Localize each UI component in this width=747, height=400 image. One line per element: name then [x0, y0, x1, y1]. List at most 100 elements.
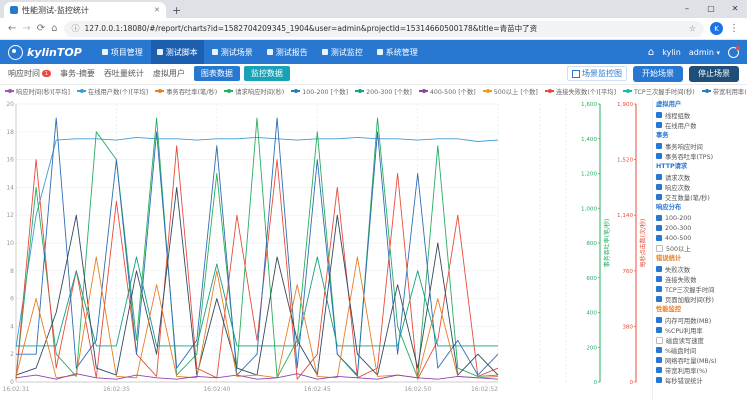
url-text[interactable]: 127.0.0.1:18080/#/report/charts?id=15827…	[85, 23, 684, 34]
metric-checkbox-row[interactable]: 磁盘读写速度	[656, 335, 744, 345]
new-tab-button[interactable]: +	[172, 4, 181, 18]
metric-checkbox[interactable]	[656, 184, 662, 190]
metric-checkbox-row[interactable]: 事务响应时间	[656, 141, 744, 151]
window-controls: – ▢ ✕	[675, 0, 747, 18]
metric-checkbox-row[interactable]: 事务吞吐率(TPS)	[656, 151, 744, 161]
browser-profile-avatar[interactable]: K	[710, 22, 723, 35]
nav-item-label: 系统管理	[386, 47, 418, 58]
browser-menu-icon[interactable]: ⋮	[729, 23, 739, 34]
back-icon[interactable]: ←	[8, 23, 16, 34]
legend-item[interactable]: 请求响应时间(秒)	[224, 87, 284, 96]
legend-item[interactable]: 带宽利用率(%)[Mb]	[702, 87, 747, 96]
legend-item[interactable]: 400-500 [个数]	[419, 87, 476, 96]
nav-home-label[interactable]: kylin	[662, 48, 681, 57]
legend-item[interactable]: 500以上 [个数]	[483, 87, 538, 96]
stop-scene-button[interactable]: 停止场景	[689, 66, 739, 82]
home-icon[interactable]: ⌂	[51, 23, 57, 34]
metric-checkbox[interactable]	[656, 367, 662, 373]
metric-checkbox[interactable]	[656, 377, 662, 383]
metric-checkbox[interactable]	[656, 143, 662, 149]
metric-checkbox[interactable]	[656, 317, 662, 323]
metric-checkbox[interactable]	[656, 286, 662, 292]
window-minimize-button[interactable]: –	[675, 0, 699, 18]
metric-checkbox[interactable]	[656, 347, 662, 353]
report-tab[interactable]: 响应时间1	[8, 68, 51, 79]
metric-checkbox-row[interactable]: 500以上	[656, 243, 744, 253]
metric-checkbox-row[interactable]: 失败次数	[656, 264, 744, 274]
report-tab[interactable]: 吞吐量统计	[104, 68, 144, 79]
metric-checkbox[interactable]	[656, 194, 662, 200]
scene-monitor-link[interactable]: 场景监控图	[567, 66, 627, 81]
browser-tab[interactable]: 性能测试-监控统计 ✕	[4, 2, 166, 18]
metric-checkbox[interactable]	[656, 327, 662, 333]
nav-item[interactable]: 测试监控	[316, 40, 369, 64]
legend-item[interactable]: 连接失败数(个)[平均]	[545, 87, 616, 96]
metric-checkbox[interactable]	[656, 153, 662, 159]
metric-checkbox-row[interactable]: 100-200	[656, 213, 744, 223]
metric-checkbox[interactable]	[656, 112, 662, 118]
metric-checkbox[interactable]	[656, 122, 662, 128]
metric-checkbox-row[interactable]: 内存可用数(MB)	[656, 315, 744, 325]
metric-checkbox-row[interactable]: 400-500	[656, 233, 744, 243]
legend-item[interactable]: 事务吞吐率(笔/秒)	[155, 87, 217, 96]
metric-checkbox-row[interactable]: TCP三次握手时间	[656, 284, 744, 294]
grid-icon	[572, 70, 580, 78]
view-pill-button[interactable]: 图表数据	[194, 66, 240, 81]
metric-checkbox-row[interactable]: 响应次数	[656, 182, 744, 192]
legend-item[interactable]: 200-300 [个数]	[355, 87, 412, 96]
start-scene-button[interactable]: 开始场景	[633, 66, 683, 82]
metric-checkbox-row[interactable]: 交互数量(笔/秒)	[656, 192, 744, 202]
metric-checkbox[interactable]	[656, 337, 663, 344]
metric-label: 连接失败数	[665, 275, 696, 284]
metric-checkbox[interactable]	[656, 235, 662, 241]
metric-checkbox[interactable]	[656, 276, 662, 282]
legend-item[interactable]: 响应时间(秒)[平均]	[5, 87, 70, 96]
nav-item[interactable]: 测试脚本	[151, 40, 204, 64]
metric-checkbox[interactable]	[656, 174, 662, 180]
site-info-icon[interactable]: ⓘ	[72, 23, 80, 34]
nav-item[interactable]: 系统管理	[371, 40, 424, 64]
legend-item[interactable]: 100-200 [个数]	[291, 87, 348, 96]
user-menu[interactable]: admin ▾	[689, 48, 720, 57]
metric-checkbox-row[interactable]: 连接失败数	[656, 274, 744, 284]
address-bar[interactable]: ⓘ 127.0.0.1:18080/#/report/charts?id=158…	[64, 21, 704, 37]
bookmark-star-icon[interactable]: ☆	[689, 24, 696, 33]
legend-label: 事务吞吐率(笔/秒)	[166, 87, 217, 96]
nav-home-icon[interactable]: ⌂	[648, 47, 654, 58]
metric-checkbox-row[interactable]: 在线用户数	[656, 120, 744, 130]
window-close-button[interactable]: ✕	[723, 0, 747, 18]
view-pill-button[interactable]: 监控数据	[244, 66, 290, 81]
metric-checkbox-row[interactable]: 线程组数	[656, 110, 744, 120]
legend-item[interactable]: 在线用户数(个)[平均]	[77, 87, 148, 96]
metric-checkbox[interactable]	[656, 266, 662, 272]
metric-label: 400-500	[665, 235, 691, 242]
metric-checkbox[interactable]	[656, 296, 662, 302]
forward-icon[interactable]: →	[22, 23, 30, 34]
metric-checkbox-row[interactable]: 页面加载时间(秒)	[656, 294, 744, 304]
report-tab[interactable]: 事务-摘要	[60, 68, 95, 79]
metric-checkbox[interactable]	[656, 357, 662, 363]
metric-checkbox[interactable]	[656, 245, 663, 252]
metric-checkbox-row[interactable]: 200-300	[656, 223, 744, 233]
reload-icon[interactable]: ⟳	[37, 23, 45, 34]
legend-marker-icon	[5, 90, 14, 92]
metric-checkbox-row[interactable]: 网络吞吐量(MB/s)	[656, 355, 744, 365]
tab-close-icon[interactable]: ✕	[154, 6, 160, 14]
metric-checkbox[interactable]	[656, 215, 662, 221]
metric-checkbox[interactable]	[656, 225, 662, 231]
window-maximize-button[interactable]: ▢	[699, 0, 723, 18]
report-tab[interactable]: 虚拟用户	[153, 68, 185, 79]
notification-bell-icon[interactable]	[728, 47, 739, 58]
nav-item[interactable]: 测试场景	[206, 40, 259, 64]
metric-checkbox-row[interactable]: %磁盘时间	[656, 345, 744, 355]
metric-selector-panel: 虚拟用户线程组数在线用户数事务事务响应时间事务吞吐率(TPS)HTTP请求请求次…	[652, 98, 747, 400]
metric-checkbox-row[interactable]: 每秒错误统计	[656, 375, 744, 385]
metric-label: 页面加载时间(秒)	[665, 295, 714, 304]
metric-checkbox-row[interactable]: 带宽利用率(%)	[656, 365, 744, 375]
nav-item[interactable]: 项目管理	[96, 40, 149, 64]
legend-item[interactable]: TCP三次握手时间(秒)	[623, 87, 695, 96]
metric-checkbox-row[interactable]: %CPU利用率	[656, 325, 744, 335]
metric-checkbox-row[interactable]: 请求次数	[656, 172, 744, 182]
app-logo[interactable]: kylinTOP	[8, 45, 82, 60]
nav-item[interactable]: 测试报告	[261, 40, 314, 64]
